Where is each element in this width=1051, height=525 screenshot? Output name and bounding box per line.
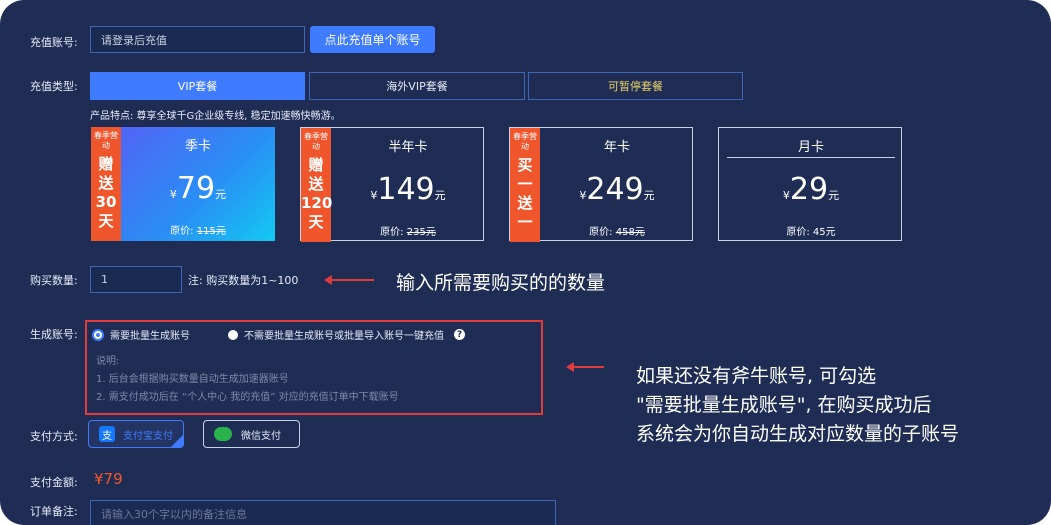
promo-tag: 春季营动: [94, 131, 118, 150]
plan-card-half-year[interactable]: 春季营动 赠 送 120 天 半年卡 ¥149元 原价: 235元: [300, 127, 485, 242]
original-price-value: 45元: [812, 227, 836, 238]
amount-label: 支付金额:: [30, 476, 78, 489]
promo-badge: 春季营动 赠 送 30 天: [91, 127, 121, 241]
promo-char: 一: [517, 213, 533, 231]
account-placeholder: 请登录后充值: [101, 33, 167, 47]
type-label: 充值类型:: [30, 80, 78, 93]
plan-name: 半年卡: [388, 140, 428, 155]
wechat-label: 微信支付: [241, 430, 281, 442]
plan-price: ¥249元: [540, 172, 694, 207]
generate-annotation: 如果还没有斧牛账号, 可勾选 "需要批量生成账号", 在购买成功后 系统会为你自…: [636, 362, 959, 449]
tab-pausable[interactable]: 可暂停套餐: [528, 72, 743, 100]
quantity-note: 注: 购买数量为1~100: [188, 274, 299, 287]
annotation-line: 如果还没有斧牛账号, 可勾选: [636, 365, 877, 387]
annotation-arrow: [324, 275, 374, 285]
plan-card-month[interactable]: 月卡 ¥29元 原价: 45元: [718, 127, 902, 241]
note-line-1: 1. 后台会根据购买数量自动生成加速器账号: [96, 374, 289, 385]
price-unit: 元: [828, 189, 840, 202]
note-line-2: 2. 需支付成功后在 “个人中心 我的充值” 对应的充值订单中下载账号: [96, 392, 399, 403]
plan-price: ¥79元: [121, 171, 275, 206]
selected-corner-icon: [171, 435, 183, 447]
plan-card-quarter[interactable]: 春季营动 赠 送 30 天 季卡 ¥79元 原价: 115元: [91, 127, 275, 241]
alipay-label: 支付宝支付: [123, 430, 173, 442]
remark-placeholder: 请输入30个字以内的备注信息: [101, 508, 247, 521]
generate-label: 生成账号:: [30, 328, 78, 341]
product-feature: 产品特点: 尊享全球千G企业级专线, 稳定加速畅快畅游。: [90, 111, 341, 122]
recharge-single-account-button[interactable]: 点此充值单个账号: [310, 26, 435, 53]
account-input[interactable]: 请登录后充值: [90, 26, 305, 53]
original-price: 原价: 458元: [540, 223, 694, 238]
original-price-label: 原价:: [380, 227, 404, 238]
annotation-arrow: [566, 362, 604, 372]
alipay-icon: 支: [99, 426, 115, 442]
promo-tag: 春季营动: [513, 132, 537, 151]
promo-char: 30: [95, 193, 117, 211]
plan-price: ¥29元: [719, 172, 903, 207]
currency-symbol: ¥: [169, 188, 177, 201]
remark-label: 订单备注:: [30, 505, 78, 518]
price-value: 79: [176, 171, 216, 206]
radio-selected-icon: [92, 328, 104, 341]
original-price-value: 115元: [196, 226, 226, 237]
promo-badge: 春季营动 赠 送 120 天: [301, 128, 333, 242]
radio-label: 不需要批量生成账号或批量导入账号一键充值: [244, 331, 444, 342]
original-price: 原价: 235元: [331, 223, 485, 238]
plan-name: 季卡: [184, 139, 211, 154]
price-value: 249: [586, 172, 644, 207]
price-unit: 元: [215, 188, 227, 201]
price-unit: 元: [434, 189, 446, 202]
promo-tag: 春季营动: [304, 132, 328, 151]
amount-value: ¥79: [94, 470, 123, 488]
original-price: 原价: 115元: [121, 222, 275, 237]
quantity-input[interactable]: 1: [90, 266, 182, 293]
radio-generate-batch[interactable]: 需要批量生成账号: [92, 327, 190, 342]
recharge-panel: 充值账号: 请登录后充值 点此充值单个账号 充值类型: VIP套餐 海外VIP套…: [0, 0, 1051, 525]
original-price: 原价: 45元: [719, 223, 903, 238]
price-value: 149: [377, 172, 435, 207]
account-label: 充值账号:: [30, 36, 78, 49]
quantity-annotation: 输入所需要购买的的数量: [396, 272, 606, 294]
original-price-label: 原价:: [589, 227, 613, 238]
remark-input[interactable]: 请输入30个字以内的备注信息: [90, 500, 556, 525]
tab-vip[interactable]: VIP套餐: [90, 72, 305, 100]
price-unit: 元: [643, 189, 655, 202]
currency-symbol: ¥: [782, 189, 790, 202]
radio-no-batch[interactable]: 不需要批量生成账号或批量导入账号一键充值 ?: [228, 327, 465, 342]
promo-char: 送: [517, 194, 533, 212]
original-price-label: 原价:: [786, 227, 810, 238]
price-value: 29: [789, 172, 829, 207]
promo-char: 天: [98, 212, 114, 230]
alipay-option[interactable]: 支 支付宝支付: [88, 420, 184, 448]
plan-price: ¥149元: [331, 172, 485, 207]
quantity-label: 购买数量:: [30, 274, 78, 287]
promo-char: 赠: [98, 155, 114, 173]
promo-char: 天: [308, 213, 324, 231]
payment-label: 支付方式:: [30, 430, 78, 443]
plan-card-year[interactable]: 春季营动 买 一 送 一 年卡 ¥249元 原价: 458元: [509, 127, 694, 242]
wechat-pay-option[interactable]: 微信支付: [203, 420, 300, 448]
divider: [727, 157, 895, 158]
promo-char: 送: [98, 174, 114, 192]
promo-char: 一: [517, 175, 533, 193]
annotation-line: "需要批量生成账号", 在购买成功后: [636, 394, 932, 416]
original-price-label: 原价:: [170, 226, 194, 237]
help-icon[interactable]: ?: [454, 329, 465, 340]
promo-char: 买: [517, 156, 533, 174]
plan-name: 年卡: [603, 140, 630, 155]
promo-char: 120: [301, 194, 333, 212]
annotation-line: 系统会为你自动生成对应数量的子账号: [636, 423, 960, 445]
promo-char: 送: [308, 175, 324, 193]
original-price-value: 458元: [615, 227, 645, 238]
wechat-icon: [214, 427, 232, 441]
note-title: 说明:: [96, 356, 120, 367]
quantity-value: 1: [101, 273, 108, 286]
promo-badge: 春季营动 买 一 送 一: [510, 128, 540, 242]
promo-char: 赠: [308, 156, 324, 174]
radio-empty-icon: [228, 329, 238, 340]
plan-name: 月卡: [797, 140, 824, 155]
tab-overseas-vip[interactable]: 海外VIP套餐: [309, 72, 525, 100]
original-price-value: 235元: [406, 227, 436, 238]
radio-label: 需要批量生成账号: [110, 331, 190, 342]
